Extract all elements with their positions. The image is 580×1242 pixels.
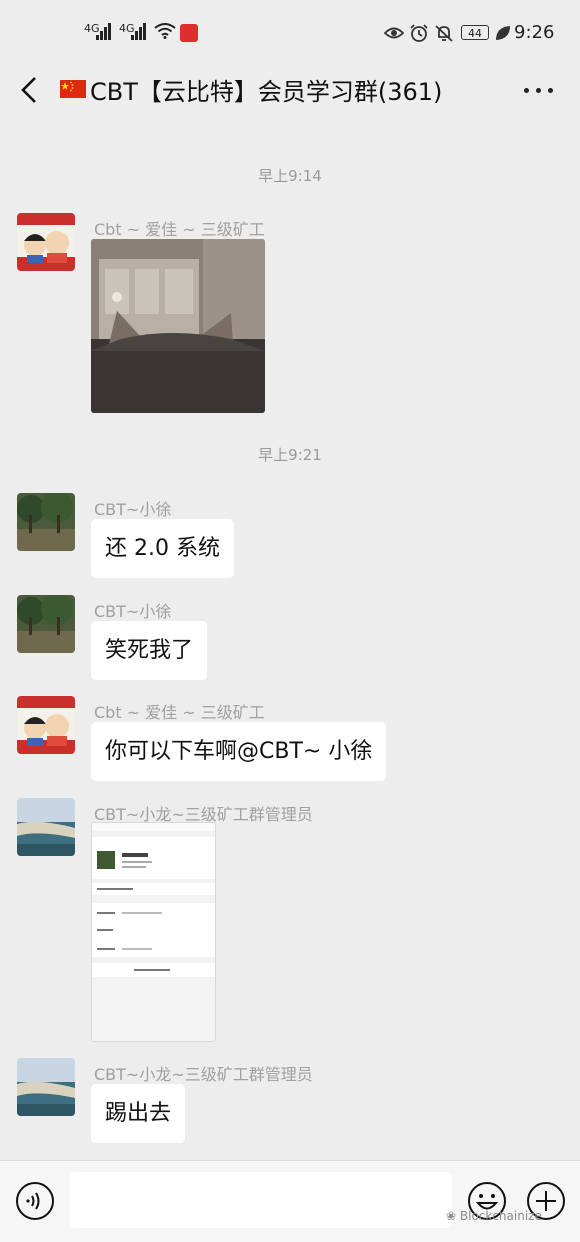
china-flag-icon xyxy=(60,80,86,98)
leaf-icon xyxy=(496,26,510,40)
sender-name: CBT~小徐 xyxy=(94,500,172,519)
message-bubble[interactable]: 还 2.0 系统 xyxy=(91,519,234,578)
battery-indicator: 44 xyxy=(461,25,489,40)
status-bar: 4G 4G 44 9:26 xyxy=(0,0,580,62)
message-bubble[interactable]: 踢出去 xyxy=(91,1084,186,1143)
more-options-icon[interactable] xyxy=(524,88,554,94)
message-bubble[interactable]: 你可以下车啊@CBT~ 小徐 xyxy=(91,722,387,781)
message-bubble[interactable]: 笑死我了 xyxy=(91,621,208,680)
app-notification-icon xyxy=(180,24,198,42)
sender-name: CBT~小龙~三级矿工群管理员 xyxy=(94,1065,313,1084)
signal-icon xyxy=(96,22,114,40)
sender-name: CBT~小徐 xyxy=(94,602,172,621)
screenshot-image-message[interactable] xyxy=(91,822,216,1042)
watermark: ❀ Blockchainize xyxy=(446,1209,542,1223)
clock: 9:26 xyxy=(514,22,555,43)
signal-icon xyxy=(131,22,149,40)
image-message[interactable] xyxy=(91,239,265,413)
wifi-icon xyxy=(154,23,176,39)
sender-name: Cbt ~ 爱佳 ~ 三级矿工 xyxy=(94,220,265,239)
wechat-icon: ❀ xyxy=(446,1209,460,1223)
avatar[interactable] xyxy=(17,213,75,271)
alarm-icon xyxy=(410,24,428,42)
timestamp: 早上9:21 xyxy=(258,446,322,464)
watermark-text: Blockchainize xyxy=(459,1209,542,1223)
sender-name: Cbt ~ 爱佳 ~ 三级矿工 xyxy=(94,703,265,722)
avatar[interactable] xyxy=(17,1058,75,1116)
avatar[interactable] xyxy=(17,493,75,551)
eye-icon xyxy=(384,27,404,39)
mute-bell-icon xyxy=(435,25,453,42)
voice-input-icon[interactable] xyxy=(15,1181,55,1221)
message-input[interactable] xyxy=(70,1172,452,1228)
timestamp: 早上9:14 xyxy=(258,167,322,185)
avatar[interactable] xyxy=(17,696,75,754)
back-arrow-icon[interactable] xyxy=(18,76,42,104)
chat-title: CBT【云比特】会员学习群(361) xyxy=(90,78,443,106)
avatar[interactable] xyxy=(17,595,75,653)
avatar[interactable] xyxy=(17,798,75,856)
